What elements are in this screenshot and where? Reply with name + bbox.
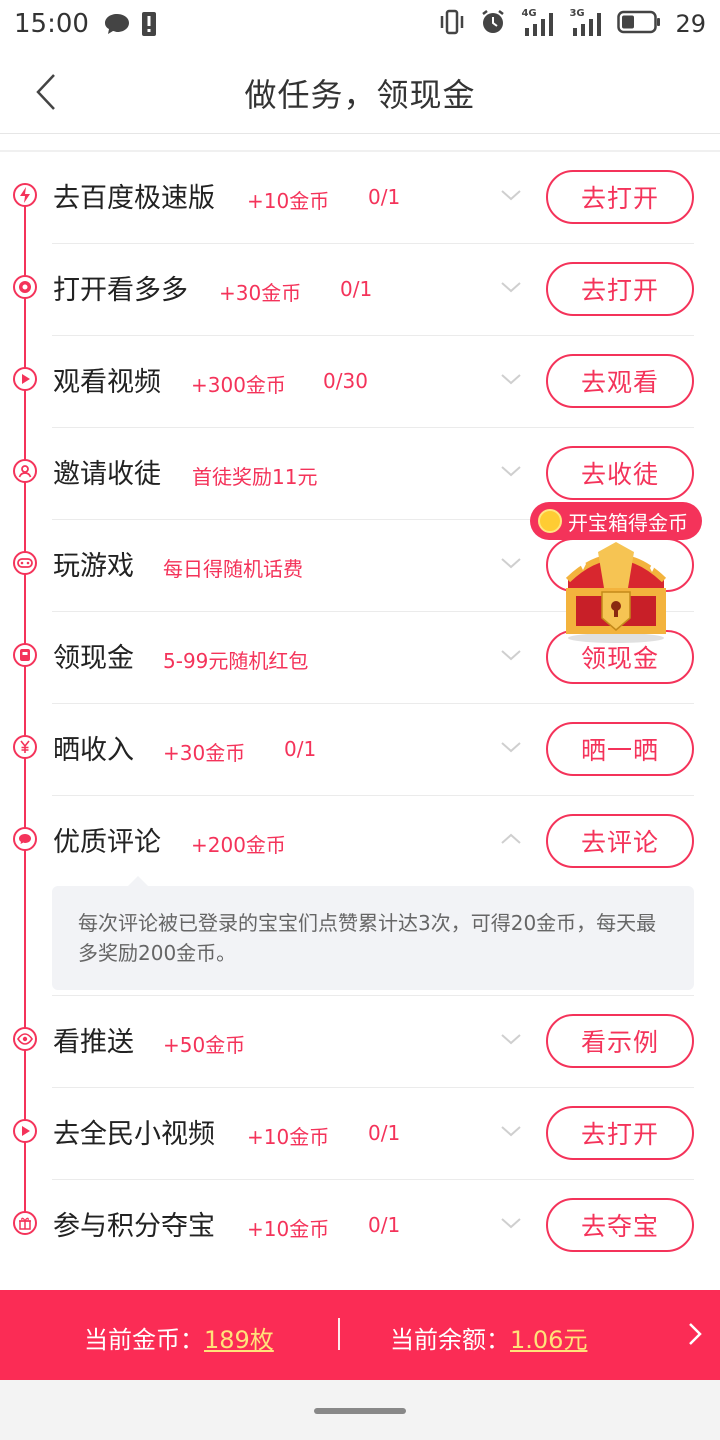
treasure-chest-badge[interactable]: 开宝箱得金币 bbox=[530, 502, 702, 540]
current-balance-label: 当前余额： bbox=[390, 1326, 510, 1354]
lightning-icon bbox=[13, 183, 37, 207]
play-icon bbox=[13, 367, 37, 391]
task-description-wrap: 每次评论被已登录的宝宝们点赞累计达3次，可得20金币，每天最多奖励200金币。 bbox=[0, 876, 720, 996]
task-progress: 0/30 bbox=[323, 369, 368, 393]
chevron-down-icon[interactable] bbox=[500, 1124, 522, 1138]
task-row: 去全民小视频 +10金币 0/1 去打开 bbox=[0, 1088, 720, 1180]
chevron-down-icon[interactable] bbox=[500, 372, 522, 386]
task-name: 邀请收徒 bbox=[53, 459, 161, 490]
task-name: 看推送 bbox=[53, 1027, 134, 1058]
task-list: 去百度极速版 +10金币 0/1 去打开 打开看多多 +30金币 0/1 去打开… bbox=[0, 152, 720, 1272]
status-bar: 15:00 4G 3G 29 bbox=[0, 0, 720, 48]
task-reward: +200金币 bbox=[191, 833, 286, 857]
current-coins: 当前金币：189枚 bbox=[84, 1320, 274, 1355]
chevron-down-icon[interactable] bbox=[500, 648, 522, 662]
task-row: 去百度极速版 +10金币 0/1 去打开 bbox=[0, 152, 720, 244]
recruit-button[interactable]: 去收徒 bbox=[546, 446, 694, 500]
battery-level: 29 bbox=[675, 10, 706, 38]
task-progress: 0/1 bbox=[368, 1121, 401, 1145]
task-reward: +10金币 bbox=[247, 1125, 330, 1149]
task-row: 观看视频 +300金币 0/30 去观看 bbox=[0, 336, 720, 428]
task-reward: +30金币 bbox=[219, 281, 302, 305]
current-balance: 当前余额：1.06元 bbox=[390, 1320, 587, 1355]
coin-icon bbox=[538, 509, 562, 533]
play-icon bbox=[13, 1119, 37, 1143]
chevron-down-icon[interactable] bbox=[500, 740, 522, 754]
task-name: 晒收入 bbox=[53, 735, 134, 766]
alert-icon bbox=[141, 11, 157, 37]
task-progress: 0/1 bbox=[368, 1213, 401, 1237]
chevron-down-icon[interactable] bbox=[500, 556, 522, 570]
gamepad-icon bbox=[13, 551, 37, 575]
task-name: 打开看多多 bbox=[53, 275, 188, 306]
treasure-chest-label: 开宝箱得金币 bbox=[568, 510, 688, 535]
task-description: 每次评论被已登录的宝宝们点赞累计达3次，可得20金币，每天最多奖励200金币。 bbox=[52, 876, 694, 990]
task-reward: +300金币 bbox=[191, 373, 286, 397]
open-button[interactable]: 去打开 bbox=[546, 1106, 694, 1160]
task-reward: +30金币 bbox=[163, 741, 246, 765]
chevron-down-icon[interactable] bbox=[500, 280, 522, 294]
user-icon bbox=[13, 459, 37, 483]
alarm-icon bbox=[479, 8, 507, 40]
task-row: 优质评论 +200金币 去评论 bbox=[0, 796, 720, 886]
watch-button[interactable]: 去观看 bbox=[546, 354, 694, 408]
bottom-bar[interactable]: 当前金币：189枚 当前余额：1.06元 bbox=[0, 1290, 720, 1380]
open-button[interactable]: 去打开 bbox=[546, 262, 694, 316]
task-name: 领现金 bbox=[53, 643, 134, 674]
task-progress: 0/1 bbox=[284, 737, 317, 761]
task-name: 玩游戏 bbox=[53, 551, 134, 582]
task-reward: +10金币 bbox=[247, 1217, 330, 1241]
system-nav-area bbox=[0, 1380, 720, 1440]
treasure-button[interactable]: 去夺宝 bbox=[546, 1198, 694, 1252]
task-reward: +50金币 bbox=[163, 1033, 246, 1057]
task-progress: 0/1 bbox=[368, 185, 401, 209]
task-progress: 0/1 bbox=[340, 277, 373, 301]
status-time: 15:00 bbox=[14, 9, 89, 39]
task-reward: 首徒奖励11元 bbox=[192, 465, 318, 489]
task-name: 去百度极速版 bbox=[53, 183, 215, 214]
task-reward: 每日得随机话费 bbox=[163, 557, 303, 581]
signal-3g-icon: 3G bbox=[569, 8, 603, 38]
view-example-button[interactable]: 看示例 bbox=[546, 1014, 694, 1068]
current-coins-value[interactable]: 189枚 bbox=[204, 1326, 274, 1354]
comment-button[interactable]: 去评论 bbox=[546, 814, 694, 868]
yuan-icon bbox=[13, 735, 37, 759]
treasure-chest-icon[interactable] bbox=[558, 540, 674, 644]
share-income-button[interactable]: 晒一晒 bbox=[546, 722, 694, 776]
task-row: 打开看多多 +30金币 0/1 去打开 bbox=[0, 244, 720, 336]
header: 做任务，领现金 bbox=[0, 48, 720, 134]
task-row: 参与积分夺宝 +10金币 0/1 去夺宝 bbox=[0, 1180, 720, 1272]
task-name: 优质评论 bbox=[53, 827, 161, 858]
task-name: 观看视频 bbox=[53, 367, 161, 398]
gift-icon bbox=[13, 1211, 37, 1235]
current-coins-label: 当前金币： bbox=[84, 1326, 204, 1354]
task-reward: +10金币 bbox=[247, 189, 330, 213]
eye-icon bbox=[13, 1027, 37, 1051]
bar-separator bbox=[338, 1318, 340, 1350]
open-button[interactable]: 去打开 bbox=[546, 170, 694, 224]
chevron-down-icon[interactable] bbox=[500, 464, 522, 478]
kanduoduo-icon bbox=[13, 275, 37, 299]
battery-icon bbox=[617, 10, 661, 38]
chevron-right-icon[interactable] bbox=[686, 1320, 704, 1348]
chevron-down-icon[interactable] bbox=[500, 1032, 522, 1046]
comment-icon bbox=[13, 827, 37, 851]
chevron-down-icon[interactable] bbox=[500, 188, 522, 202]
task-reward: 5-99元随机红包 bbox=[163, 649, 309, 673]
current-balance-value[interactable]: 1.06元 bbox=[510, 1326, 587, 1354]
task-row: 看推送 +50金币 看示例 bbox=[0, 996, 720, 1088]
vibrate-icon bbox=[439, 9, 465, 39]
task-name: 去全民小视频 bbox=[53, 1119, 215, 1150]
signal-4g-icon: 4G bbox=[521, 8, 555, 38]
page-title: 做任务，领现金 bbox=[244, 76, 476, 114]
chevron-up-icon[interactable] bbox=[500, 832, 522, 846]
home-indicator[interactable] bbox=[314, 1408, 406, 1414]
message-icon bbox=[103, 12, 131, 36]
task-row: 晒收入 +30金币 0/1 晒一晒 bbox=[0, 704, 720, 796]
wallet-icon bbox=[13, 643, 37, 667]
chevron-down-icon[interactable] bbox=[500, 1216, 522, 1230]
task-name: 参与积分夺宝 bbox=[53, 1211, 215, 1242]
